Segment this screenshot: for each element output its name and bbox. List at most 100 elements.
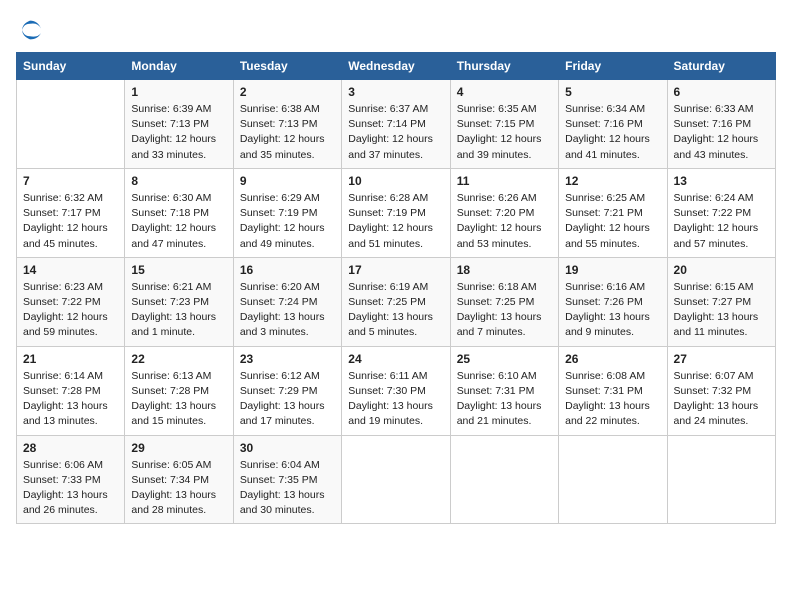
day-cell-15: 15 Sunrise: 6:21 AMSunset: 7:23 PMDayligh… <box>125 257 233 346</box>
day-cell-3: 3 Sunrise: 6:37 AMSunset: 7:14 PMDaylight… <box>342 80 450 169</box>
week-row-5: 28 Sunrise: 6:06 AMSunset: 7:33 PMDayligh… <box>17 435 776 524</box>
day-cell-30: 30 Sunrise: 6:04 AMSunset: 7:35 PMDayligh… <box>233 435 341 524</box>
day-info: Sunrise: 6:10 AMSunset: 7:31 PMDaylight:… <box>457 369 552 430</box>
day-number: 23 <box>240 352 335 366</box>
day-cell-2: 2 Sunrise: 6:38 AMSunset: 7:13 PMDaylight… <box>233 80 341 169</box>
calendar-body: 1 Sunrise: 6:39 AMSunset: 7:13 PMDaylight… <box>17 80 776 524</box>
day-number: 7 <box>23 174 118 188</box>
day-cell-7: 7 Sunrise: 6:32 AMSunset: 7:17 PMDaylight… <box>17 168 125 257</box>
day-info: Sunrise: 6:14 AMSunset: 7:28 PMDaylight:… <box>23 369 118 430</box>
day-cell-17: 17 Sunrise: 6:19 AMSunset: 7:25 PMDayligh… <box>342 257 450 346</box>
day-number: 13 <box>674 174 769 188</box>
day-number: 1 <box>131 85 226 99</box>
day-cell-9: 9 Sunrise: 6:29 AMSunset: 7:19 PMDaylight… <box>233 168 341 257</box>
day-number: 26 <box>565 352 660 366</box>
day-info: Sunrise: 6:34 AMSunset: 7:16 PMDaylight:… <box>565 102 660 163</box>
day-info: Sunrise: 6:39 AMSunset: 7:13 PMDaylight:… <box>131 102 226 163</box>
day-number: 2 <box>240 85 335 99</box>
day-info: Sunrise: 6:12 AMSunset: 7:29 PMDaylight:… <box>240 369 335 430</box>
day-info: Sunrise: 6:29 AMSunset: 7:19 PMDaylight:… <box>240 191 335 252</box>
logo <box>16 16 48 44</box>
day-number: 20 <box>674 263 769 277</box>
day-cell-6: 6Sunrise: 6:33 AMSunset: 7:16 PMDaylight… <box>667 80 775 169</box>
day-number: 19 <box>565 263 660 277</box>
day-number: 28 <box>23 441 118 455</box>
day-info: Sunrise: 6:23 AMSunset: 7:22 PMDaylight:… <box>23 280 118 341</box>
day-info: Sunrise: 6:05 AMSunset: 7:34 PMDaylight:… <box>131 458 226 519</box>
day-cell-empty <box>17 80 125 169</box>
day-number: 21 <box>23 352 118 366</box>
day-info: Sunrise: 6:04 AMSunset: 7:35 PMDaylight:… <box>240 458 335 519</box>
day-cell-14: 14 Sunrise: 6:23 AMSunset: 7:22 PMDayligh… <box>17 257 125 346</box>
day-cell-empty <box>450 435 558 524</box>
day-cell-11: 11 Sunrise: 6:26 AMSunset: 7:20 PMDayligh… <box>450 168 558 257</box>
day-number: 9 <box>240 174 335 188</box>
day-number: 10 <box>348 174 443 188</box>
calendar-table: SundayMondayTuesdayWednesdayThursdayFrid… <box>16 52 776 524</box>
day-info: Sunrise: 6:08 AMSunset: 7:31 PMDaylight:… <box>565 369 660 430</box>
day-number: 8 <box>131 174 226 188</box>
day-number: 3 <box>348 85 443 99</box>
day-info: Sunrise: 6:06 AMSunset: 7:33 PMDaylight:… <box>23 458 118 519</box>
day-number: 30 <box>240 441 335 455</box>
calendar-header-row: SundayMondayTuesdayWednesdayThursdayFrid… <box>17 53 776 80</box>
week-row-4: 21 Sunrise: 6:14 AMSunset: 7:28 PMDayligh… <box>17 346 776 435</box>
week-row-2: 7 Sunrise: 6:32 AMSunset: 7:17 PMDaylight… <box>17 168 776 257</box>
day-number: 24 <box>348 352 443 366</box>
day-cell-5: 5Sunrise: 6:34 AMSunset: 7:16 PMDaylight… <box>559 80 667 169</box>
day-number: 29 <box>131 441 226 455</box>
day-info: Sunrise: 6:18 AMSunset: 7:25 PMDaylight:… <box>457 280 552 341</box>
day-cell-21: 21 Sunrise: 6:14 AMSunset: 7:28 PMDayligh… <box>17 346 125 435</box>
week-row-3: 14 Sunrise: 6:23 AMSunset: 7:22 PMDayligh… <box>17 257 776 346</box>
day-number: 15 <box>131 263 226 277</box>
day-number: 14 <box>23 263 118 277</box>
day-number: 25 <box>457 352 552 366</box>
day-number: 22 <box>131 352 226 366</box>
day-info: Sunrise: 6:32 AMSunset: 7:17 PMDaylight:… <box>23 191 118 252</box>
day-cell-28: 28 Sunrise: 6:06 AMSunset: 7:33 PMDayligh… <box>17 435 125 524</box>
day-info: Sunrise: 6:25 AMSunset: 7:21 PMDaylight:… <box>565 191 660 252</box>
day-cell-24: 24 Sunrise: 6:11 AMSunset: 7:30 PMDayligh… <box>342 346 450 435</box>
day-cell-1: 1 Sunrise: 6:39 AMSunset: 7:13 PMDaylight… <box>125 80 233 169</box>
day-cell-25: 25 Sunrise: 6:10 AMSunset: 7:31 PMDayligh… <box>450 346 558 435</box>
day-number: 6 <box>674 85 769 99</box>
day-cell-16: 16Sunrise: 6:20 AMSunset: 7:24 PMDayligh… <box>233 257 341 346</box>
day-info: Sunrise: 6:11 AMSunset: 7:30 PMDaylight:… <box>348 369 443 430</box>
day-cell-26: 26 Sunrise: 6:08 AMSunset: 7:31 PMDayligh… <box>559 346 667 435</box>
day-number: 27 <box>674 352 769 366</box>
header <box>16 16 776 44</box>
day-cell-10: 10 Sunrise: 6:28 AMSunset: 7:19 PMDayligh… <box>342 168 450 257</box>
day-info: Sunrise: 6:37 AMSunset: 7:14 PMDaylight:… <box>348 102 443 163</box>
day-number: 11 <box>457 174 552 188</box>
day-info: Sunrise: 6:28 AMSunset: 7:19 PMDaylight:… <box>348 191 443 252</box>
logo-icon <box>16 16 44 44</box>
day-cell-20: 20 Sunrise: 6:15 AMSunset: 7:27 PMDayligh… <box>667 257 775 346</box>
col-header-sunday: Sunday <box>17 53 125 80</box>
day-cell-22: 22 Sunrise: 6:13 AMSunset: 7:28 PMDayligh… <box>125 346 233 435</box>
day-info: Sunrise: 6:35 AMSunset: 7:15 PMDaylight:… <box>457 102 552 163</box>
day-number: 12 <box>565 174 660 188</box>
col-header-friday: Friday <box>559 53 667 80</box>
day-info: Sunrise: 6:21 AMSunset: 7:23 PMDaylight:… <box>131 280 226 341</box>
col-header-thursday: Thursday <box>450 53 558 80</box>
day-info: Sunrise: 6:24 AMSunset: 7:22 PMDaylight:… <box>674 191 769 252</box>
day-cell-8: 8 Sunrise: 6:30 AMSunset: 7:18 PMDaylight… <box>125 168 233 257</box>
day-info: Sunrise: 6:19 AMSunset: 7:25 PMDaylight:… <box>348 280 443 341</box>
day-cell-23: 23 Sunrise: 6:12 AMSunset: 7:29 PMDayligh… <box>233 346 341 435</box>
day-number: 4 <box>457 85 552 99</box>
day-info: Sunrise: 6:13 AMSunset: 7:28 PMDaylight:… <box>131 369 226 430</box>
day-cell-empty <box>667 435 775 524</box>
day-cell-empty <box>342 435 450 524</box>
day-info: Sunrise: 6:30 AMSunset: 7:18 PMDaylight:… <box>131 191 226 252</box>
day-cell-27: 27Sunrise: 6:07 AMSunset: 7:32 PMDayligh… <box>667 346 775 435</box>
day-number: 17 <box>348 263 443 277</box>
day-cell-18: 18Sunrise: 6:18 AMSunset: 7:25 PMDayligh… <box>450 257 558 346</box>
day-info: Sunrise: 6:26 AMSunset: 7:20 PMDaylight:… <box>457 191 552 252</box>
day-info: Sunrise: 6:15 AMSunset: 7:27 PMDaylight:… <box>674 280 769 341</box>
day-cell-empty <box>559 435 667 524</box>
day-number: 16 <box>240 263 335 277</box>
day-cell-12: 12 Sunrise: 6:25 AMSunset: 7:21 PMDayligh… <box>559 168 667 257</box>
day-cell-19: 19Sunrise: 6:16 AMSunset: 7:26 PMDayligh… <box>559 257 667 346</box>
day-info: Sunrise: 6:38 AMSunset: 7:13 PMDaylight:… <box>240 102 335 163</box>
day-cell-29: 29 Sunrise: 6:05 AMSunset: 7:34 PMDayligh… <box>125 435 233 524</box>
